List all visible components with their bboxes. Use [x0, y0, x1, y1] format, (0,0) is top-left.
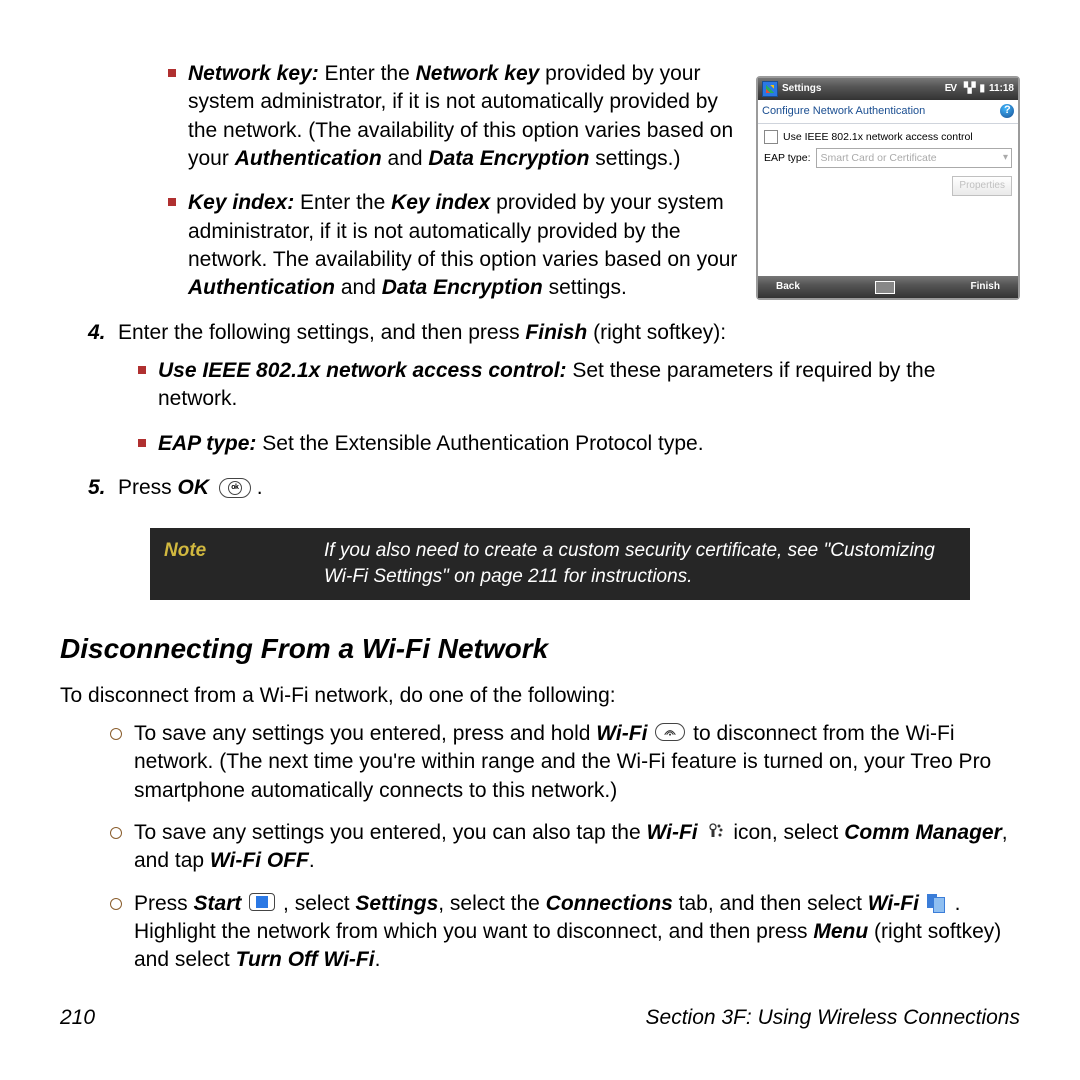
- page-footer: 210 Section 3F: Using Wireless Connectio…: [60, 1004, 1020, 1032]
- page-number: 210: [60, 1004, 95, 1032]
- step-number: 4.: [88, 319, 106, 347]
- start-button-icon: [249, 893, 275, 911]
- bullet-network-key: Network key: Enter the Network key provi…: [188, 60, 1020, 173]
- note-callout: Note If you also need to create a custom…: [150, 528, 970, 599]
- step-number: 5.: [88, 474, 106, 502]
- step-5: 5. Press OK ok .: [118, 474, 1020, 502]
- wifi-key-icon: [655, 723, 685, 741]
- note-label: Note: [164, 538, 324, 589]
- section-heading: Disconnecting From a Wi-Fi Network: [60, 630, 1020, 668]
- square-bullet-icon: [138, 366, 146, 374]
- disconnect-option-1: To save any settings you entered, press …: [134, 720, 1020, 805]
- intro-text: To disconnect from a Wi-Fi network, do o…: [60, 682, 1020, 710]
- disconnect-option-2: To save any settings you entered, you ca…: [134, 819, 1020, 876]
- square-bullet-icon: [168, 69, 176, 77]
- bullet-eap: EAP type: Set the Extensible Authenticat…: [158, 430, 1020, 458]
- circle-bullet-icon: [110, 898, 122, 910]
- step-4: 4. Enter the following settings, and the…: [118, 319, 1020, 458]
- square-bullet-icon: [138, 439, 146, 447]
- bullet-ieee: Use IEEE 802.1x network access control: …: [158, 357, 1020, 414]
- circle-bullet-icon: [110, 827, 122, 839]
- circle-bullet-icon: [110, 728, 122, 740]
- wifi-tray-icon: [705, 821, 725, 841]
- wifi-settings-icon: [927, 892, 947, 912]
- ok-button-icon: ok: [219, 478, 251, 498]
- square-bullet-icon: [168, 198, 176, 206]
- disconnect-option-3: Press Start , select Settings, select th…: [134, 890, 1020, 975]
- bullet-key-index: Key index: Enter the Key index provided …: [188, 189, 1020, 302]
- note-text: If you also need to create a custom secu…: [324, 538, 956, 589]
- section-label: Section 3F: Using Wireless Connections: [646, 1004, 1020, 1032]
